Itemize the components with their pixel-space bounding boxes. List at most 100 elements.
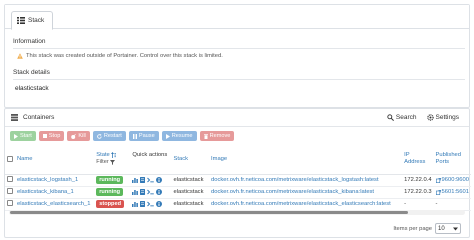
row-select-cell	[5, 174, 15, 187]
trash-icon	[203, 133, 208, 139]
pause-button-label: Pause	[138, 133, 155, 139]
stats-icon[interactable]	[132, 189, 139, 195]
ports-cell: 5601:5601	[433, 186, 471, 199]
logs-icon[interactable]	[140, 177, 146, 183]
kill-button[interactable]: Kill	[67, 131, 90, 141]
search-icon	[387, 114, 394, 121]
port-link[interactable]: 9600:9600	[435, 177, 469, 183]
logs-icon[interactable]	[140, 201, 146, 207]
container-name-link[interactable]: elasticstack_logstash_1	[15, 174, 95, 187]
stack-name-value: elasticstack	[15, 85, 49, 92]
pause-icon	[132, 133, 137, 139]
column-image[interactable]: Image	[209, 149, 403, 175]
items-per-page-select[interactable]: 10	[435, 223, 461, 234]
image-link[interactable]: docker.ovh.fr.neticoa.com/metrixware/ela…	[209, 198, 403, 211]
table-row: elasticstack_elasticsearch_1 stopped ela…	[5, 198, 471, 211]
console-icon[interactable]	[147, 201, 155, 207]
state-cell: running	[94, 174, 131, 187]
stats-icon[interactable]	[132, 177, 139, 183]
image-link[interactable]: docker.ovh.fr.neticoa.com/metrixware/ela…	[209, 186, 403, 199]
port-link[interactable]: 5601:5601	[435, 189, 469, 195]
tab-stack[interactable]: Stack	[11, 11, 53, 30]
stack-details-heading: Stack details	[13, 69, 465, 80]
stack-cell: elasticstack	[171, 174, 210, 187]
select-all-checkbox[interactable]	[7, 156, 13, 162]
row-checkbox[interactable]	[7, 200, 13, 206]
ip-cell: 172.22.0.4	[402, 174, 434, 187]
state-filter-label: Filter	[96, 159, 109, 165]
column-state[interactable]: State Filter	[94, 149, 131, 175]
external-link-icon	[435, 189, 441, 195]
column-stack-label: Stack	[173, 156, 189, 162]
scrollbar-thumb[interactable]	[10, 211, 408, 214]
column-name[interactable]: Name	[15, 149, 95, 175]
quick-actions-cell	[130, 186, 172, 199]
state-filter[interactable]: Filter	[96, 159, 128, 165]
containers-table: Name State Filter Quick actions Stack Im…	[5, 149, 471, 211]
inspect-icon[interactable]	[156, 201, 163, 207]
container-name-link[interactable]: elasticstack_elasticsearch_1	[15, 198, 95, 211]
image-link[interactable]: docker.ovh.fr.neticoa.com/metrixware/ela…	[209, 174, 403, 187]
horizontal-scrollbar[interactable]	[9, 210, 465, 215]
restart-button[interactable]: Restart	[92, 131, 126, 141]
inspect-icon[interactable]	[156, 177, 163, 183]
table-row: elasticstack_logstash_1 running elastics…	[5, 174, 471, 187]
ip-cell: 172.22.0.3	[402, 186, 434, 199]
stack-card: Stack Information This stack was created…	[4, 4, 470, 108]
resume-button[interactable]: Resume	[161, 131, 197, 141]
inspect-icon[interactable]	[156, 189, 163, 195]
remove-button-label: Remove	[209, 133, 231, 139]
row-checkbox[interactable]	[7, 176, 13, 182]
stats-icon[interactable]	[132, 201, 139, 207]
logs-icon[interactable]	[140, 189, 146, 195]
quick-actions-cell	[130, 174, 172, 187]
column-ip-address-label: IP Address	[404, 152, 426, 165]
search-label: Search	[395, 114, 417, 121]
start-button[interactable]: Start	[10, 131, 36, 141]
tab-stack-label: Stack	[28, 17, 45, 24]
row-select-cell	[5, 186, 15, 199]
table-header-row: Name State Filter Quick actions Stack Im…	[5, 149, 471, 175]
containers-card: Containers Search Settings Start Stop Ki…	[4, 108, 471, 238]
stop-icon	[42, 134, 47, 138]
console-icon[interactable]	[147, 189, 155, 195]
row-checkbox[interactable]	[7, 188, 13, 194]
resume-button-label: Resume	[171, 133, 193, 139]
information-heading: Information	[13, 38, 465, 49]
row-select-cell	[5, 198, 15, 211]
warning-icon	[17, 53, 23, 59]
external-link-icon	[435, 177, 441, 183]
stop-button-label: Stop	[48, 133, 61, 139]
column-quick-actions: Quick actions	[130, 149, 172, 175]
state-cell: stopped	[94, 198, 131, 211]
filter-icon	[109, 159, 115, 165]
column-published-ports-label: Published Ports	[435, 152, 462, 165]
quick-actions	[132, 177, 169, 183]
quick-actions	[132, 201, 169, 207]
play-icon	[14, 133, 18, 139]
tab-strip: Stack	[5, 5, 469, 30]
select-all-cell	[5, 149, 15, 175]
containers-card-header: Containers Search Settings	[5, 109, 469, 127]
remove-button[interactable]: Remove	[199, 131, 235, 141]
search-control[interactable]: Search	[387, 114, 417, 121]
column-ip-address[interactable]: IP Address	[402, 149, 434, 175]
items-per-page-value: 10	[438, 225, 445, 232]
column-stack[interactable]: Stack	[171, 149, 210, 175]
console-icon[interactable]	[147, 177, 155, 183]
ports-cell: 9600:9600	[433, 174, 471, 187]
pagination-controls: Items per page 10	[393, 223, 461, 234]
play-icon	[165, 133, 170, 139]
pause-button[interactable]: Pause	[128, 131, 159, 141]
table-row: elasticstack_kibana_1 running elasticsta…	[5, 186, 471, 199]
container-name-link[interactable]: elasticstack_kibana_1	[15, 186, 95, 199]
column-quick-actions-label: Quick actions	[132, 152, 168, 158]
stop-button[interactable]: Stop	[38, 131, 65, 141]
column-name-label: Name	[17, 156, 33, 162]
port-link-text: 5601:5601	[441, 189, 469, 195]
limited-control-notice-text: This stack was created outside of Portai…	[26, 53, 223, 59]
settings-button[interactable]: Settings	[426, 114, 459, 121]
containers-tools: Search Settings	[387, 114, 459, 121]
refresh-icon	[97, 133, 102, 139]
column-published-ports[interactable]: Published Ports	[433, 149, 471, 175]
